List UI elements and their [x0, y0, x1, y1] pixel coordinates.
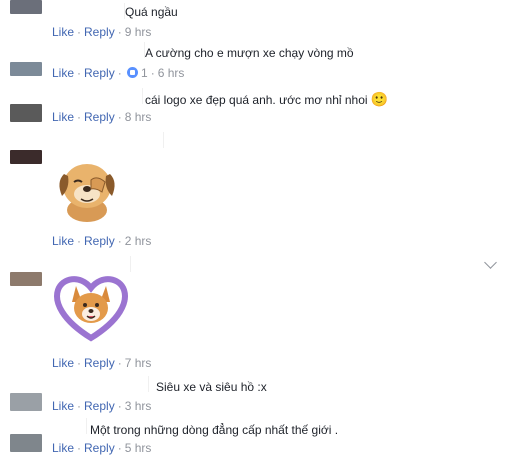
- avatar[interactable]: [10, 272, 42, 286]
- timestamp[interactable]: 5 hrs: [125, 441, 152, 455]
- separator: ·: [117, 441, 122, 455]
- separator: ·: [77, 110, 82, 124]
- timestamp[interactable]: 8 hrs: [125, 110, 152, 124]
- smiley-emoji-icon: 🙂: [370, 91, 389, 107]
- comment-actions: Like · Reply · 5 hrs: [52, 441, 151, 455]
- avatar[interactable]: [10, 393, 42, 411]
- reply-button[interactable]: Reply: [84, 356, 115, 370]
- reply-button[interactable]: Reply: [84, 110, 115, 124]
- comment-text: Siêu xe và siêu hồ :x: [156, 380, 267, 394]
- timestamp[interactable]: 7 hrs: [125, 356, 152, 370]
- separator: ·: [117, 399, 122, 413]
- like-button[interactable]: Like: [52, 356, 74, 370]
- commenter-name[interactable]: [18, 88, 143, 104]
- like-button[interactable]: Like: [52, 25, 74, 39]
- separator: ·: [117, 25, 122, 39]
- like-reaction-icon[interactable]: [126, 67, 138, 78]
- separator: ·: [117, 110, 122, 124]
- reply-button[interactable]: Reply: [84, 66, 115, 80]
- comment-actions: Like · Reply · 1 · 6 hrs: [52, 66, 184, 80]
- reply-button[interactable]: Reply: [84, 234, 115, 248]
- commenter-name[interactable]: [18, 418, 87, 434]
- avatar[interactable]: [10, 434, 42, 452]
- reply-button[interactable]: Reply: [84, 399, 115, 413]
- comment-actions: Like · Reply · 2 hrs: [52, 234, 151, 248]
- separator: ·: [117, 66, 122, 80]
- separator: ·: [77, 356, 82, 370]
- reaction-count[interactable]: 1: [141, 66, 148, 80]
- separator: ·: [77, 66, 82, 80]
- timestamp[interactable]: 2 hrs: [125, 234, 152, 248]
- comment-actions: Like · Reply · 9 hrs: [52, 25, 151, 39]
- comment-text: cái logo xe đẹp quá anh. ước mơ nhỉ nhoi…: [145, 91, 388, 108]
- dog-facepalm-sticker: [52, 152, 122, 224]
- commenter-name[interactable]: [18, 42, 145, 58]
- separator: ·: [77, 399, 82, 413]
- reply-button[interactable]: Reply: [84, 441, 115, 455]
- chevron-down-icon[interactable]: [484, 256, 497, 269]
- separator: ·: [117, 356, 122, 370]
- commenter-name[interactable]: [18, 256, 131, 272]
- comment-text: Một trong những dòng đẳng cấp nhất thế g…: [90, 423, 339, 437]
- comment-actions: Like · Reply · 8 hrs: [52, 110, 151, 124]
- like-button[interactable]: Like: [52, 399, 74, 413]
- comment-actions: Like · Reply · 7 hrs: [52, 356, 151, 370]
- avatar[interactable]: [10, 62, 42, 76]
- like-button[interactable]: Like: [52, 110, 74, 124]
- separator: ·: [77, 25, 82, 39]
- separator: ·: [77, 441, 82, 455]
- commenter-name[interactable]: [18, 376, 149, 392]
- like-button[interactable]: Like: [52, 66, 74, 80]
- like-button[interactable]: Like: [52, 441, 74, 455]
- comment-body: cái logo xe đẹp quá anh. ước mơ nhỉ nhoi: [145, 93, 368, 107]
- like-button[interactable]: Like: [52, 234, 74, 248]
- avatar[interactable]: [10, 0, 42, 14]
- comment-text: A cường cho e mượn xe chạy vòng mồ: [145, 46, 354, 60]
- avatar[interactable]: [10, 150, 42, 164]
- timestamp[interactable]: 3 hrs: [125, 399, 152, 413]
- avatar[interactable]: [10, 104, 42, 122]
- comment-actions: Like · Reply · 3 hrs: [52, 399, 151, 413]
- commenter-name[interactable]: [50, 3, 125, 19]
- commenter-name[interactable]: [18, 132, 164, 148]
- corgi-heart-sticker: [52, 272, 130, 342]
- reply-button[interactable]: Reply: [84, 25, 115, 39]
- timestamp[interactable]: 6 hrs: [158, 66, 185, 80]
- separator: ·: [117, 234, 122, 248]
- separator: ·: [77, 234, 82, 248]
- timestamp[interactable]: 9 hrs: [125, 25, 152, 39]
- comment-text: Quá ngầu: [125, 5, 178, 19]
- separator: ·: [150, 66, 155, 80]
